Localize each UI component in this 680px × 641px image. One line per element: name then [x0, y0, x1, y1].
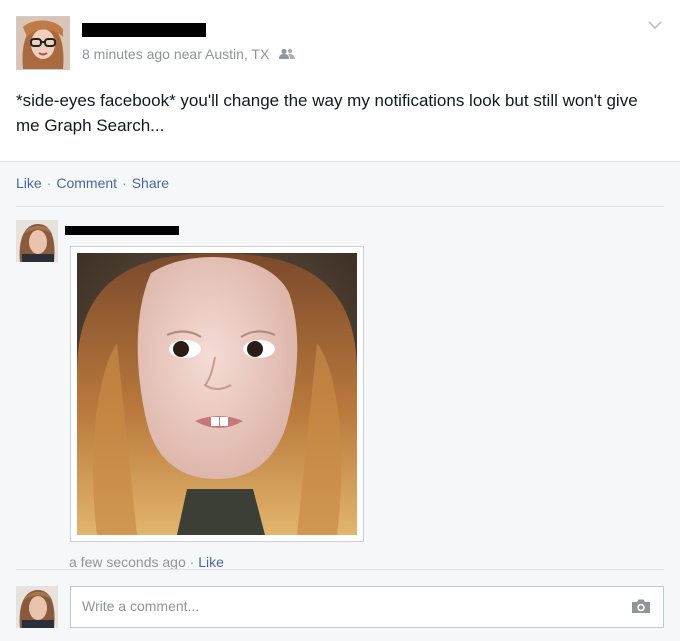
share-link[interactable]: Share: [132, 175, 169, 191]
post-actions: Like · Comment · Share: [16, 175, 169, 191]
photo-image: [77, 253, 357, 535]
comment-like-link[interactable]: Like: [198, 554, 224, 570]
divider: [16, 569, 664, 570]
friends-icon[interactable]: [279, 47, 296, 63]
like-link[interactable]: Like: [16, 175, 42, 191]
separator: ·: [189, 554, 195, 570]
post-meta: 8 minutes ago near Austin, TX: [82, 46, 296, 63]
chevron-down-icon[interactable]: [646, 16, 664, 34]
post-header: 8 minutes ago near Austin, TX: [16, 16, 664, 70]
comment-placeholder: Write a comment...: [82, 598, 200, 614]
comment-photo[interactable]: [70, 246, 364, 542]
divider: [16, 206, 664, 207]
camera-icon[interactable]: [631, 598, 651, 614]
post-timestamp[interactable]: 8 minutes ago: [82, 46, 170, 62]
comment-composer: Write a comment...: [16, 586, 664, 630]
composer-avatar: [16, 586, 58, 628]
commenter-avatar[interactable]: [16, 220, 58, 262]
post-card: 8 minutes ago near Austin, TX *side-eyes…: [0, 0, 680, 641]
comment-meta: a few seconds ago · Like: [69, 554, 224, 570]
post-footer: Like · Comment · Share a few seconds ago…: [0, 162, 680, 641]
redacted-commenter-name: [65, 226, 179, 235]
separator: ·: [122, 175, 127, 191]
comment-link[interactable]: Comment: [56, 175, 117, 191]
post-location: near Austin, TX: [173, 46, 270, 62]
separator: ·: [46, 175, 52, 191]
post-text: *side-eyes facebook* you'll change the w…: [16, 91, 638, 135]
redacted-author-name: [82, 23, 206, 37]
comment-time[interactable]: a few seconds ago: [69, 554, 186, 570]
author-avatar[interactable]: [16, 16, 70, 70]
comment-input[interactable]: Write a comment...: [70, 586, 664, 628]
